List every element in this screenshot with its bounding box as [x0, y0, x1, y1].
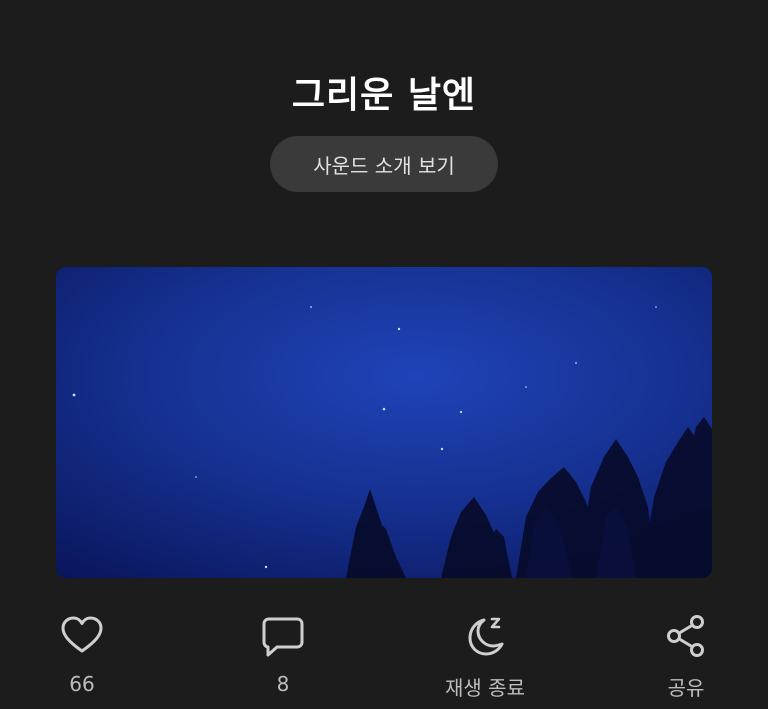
sleep-timer-button[interactable]: 재생 종료: [415, 612, 555, 701]
sleep-timer-label: 재생 종료: [445, 676, 525, 700]
sound-title: 그리운 날엔: [291, 75, 477, 116]
heart-icon: [58, 612, 106, 660]
night-sky-artwork: [56, 267, 712, 578]
comment-icon: [259, 612, 307, 660]
comment-count: 8: [276, 672, 290, 696]
sound-artwork-image: [56, 267, 712, 578]
sound-intro-button[interactable]: 사운드 소개 보기: [270, 136, 498, 192]
share-label: 공유: [667, 676, 705, 700]
share-button[interactable]: 공유: [616, 612, 756, 701]
sound-detail-screen: 그리운 날엔 사운드 소개 보기 66 8 재생 종료 공유: [0, 0, 768, 709]
comment-button[interactable]: 8: [213, 612, 353, 696]
like-button[interactable]: 66: [12, 612, 152, 696]
like-count: 66: [69, 672, 95, 696]
action-bar: 66 8 재생 종료 공유: [0, 612, 768, 702]
moon-sleep-icon: [461, 612, 509, 660]
share-icon: [662, 612, 710, 660]
